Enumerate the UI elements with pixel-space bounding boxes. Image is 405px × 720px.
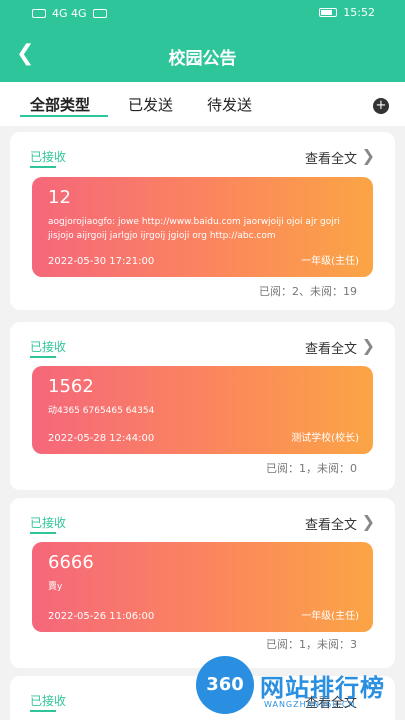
- notice-content[interactable]: 1562 动4365 6765465 64354 2022-05-28 12:4…: [32, 366, 373, 454]
- view-full-button[interactable]: 查看全文: [305, 514, 357, 533]
- status-right: 15:52: [319, 6, 375, 19]
- watermark-subtext: WANGZHAN360.CN: [264, 700, 356, 709]
- notice-date: 2022-05-28 12:44:00: [48, 433, 155, 444]
- tab-sent[interactable]: 已发送: [128, 94, 173, 115]
- notice-body: 賣y: [48, 582, 63, 592]
- notice-body: 动4365 6765465 64354: [48, 406, 155, 416]
- read-stats: 已阅：2、未阅：19: [259, 285, 357, 298]
- chevron-right-icon[interactable]: ❯: [362, 336, 375, 355]
- received-underline: [30, 710, 56, 712]
- chevron-right-icon[interactable]: ❯: [362, 512, 375, 531]
- notice-sender: 一年级(主任): [301, 256, 359, 267]
- notice-title: 12: [48, 187, 71, 208]
- tab-all-types[interactable]: 全部类型: [30, 94, 90, 115]
- wifi-icon: [92, 9, 107, 18]
- tab-active-indicator: [20, 115, 108, 117]
- notice-body: aogjorojiaogfo: jowe http://www.baidu.co…: [48, 217, 340, 241]
- add-button[interactable]: +: [373, 98, 389, 114]
- read-stats: 已阅：1，未阅：3: [266, 638, 357, 651]
- tab-pending[interactable]: 待发送: [207, 94, 252, 115]
- status-left: 4G 4G: [32, 7, 107, 20]
- network-label: 4G 4G: [52, 7, 87, 20]
- signal-icon: [32, 9, 46, 18]
- battery-icon: [319, 8, 338, 17]
- status-bar: 4G 4G 15:52: [0, 0, 405, 26]
- notice-card[interactable]: 已接收 查看全文 ❯ 12 aogjorojiaogfo: jowe http:…: [10, 132, 395, 310]
- read-stats: 已阅：1，未阅：0: [266, 462, 357, 475]
- notice-sender: 一年级(主任): [301, 611, 359, 622]
- chevron-right-icon[interactable]: ❯: [362, 146, 375, 165]
- received-label: 已接收: [30, 694, 67, 708]
- received-label: 已接收: [30, 516, 67, 530]
- page-title: 校园公告: [168, 49, 237, 69]
- watermark: 360 网站排行榜 WANGZHAN360.CN: [196, 656, 385, 714]
- notice-sender: 测试学校(校长): [291, 433, 359, 444]
- watermark-logo: 360: [196, 656, 254, 714]
- notice-title: 1562: [48, 376, 94, 397]
- notice-card[interactable]: 已接收 查看全文 ❯ 1562 动4365 6765465 64354 2022…: [10, 322, 395, 490]
- status-time: 15:52: [343, 6, 375, 19]
- tab-bar: 全部类型 已发送 待发送 +: [0, 82, 405, 126]
- notice-date: 2022-05-30 17:21:00: [48, 256, 155, 267]
- app-header: ❮ 校园公告: [0, 26, 405, 82]
- notice-card[interactable]: 已接收 查看全文 ❯ 6666 賣y 2022-05-26 11:06:00 一…: [10, 498, 395, 668]
- received-label: 已接收: [30, 340, 67, 354]
- received-underline: [30, 166, 56, 168]
- notice-content[interactable]: 12 aogjorojiaogfo: jowe http://www.baidu…: [32, 177, 373, 277]
- received-underline: [30, 532, 56, 534]
- view-full-button[interactable]: 查看全文: [305, 338, 357, 357]
- received-label: 已接收: [30, 150, 67, 164]
- notice-title: 6666: [48, 552, 94, 573]
- watermark-text: 网站排行榜: [260, 673, 385, 702]
- notice-date: 2022-05-26 11:06:00: [48, 611, 155, 622]
- notice-content[interactable]: 6666 賣y 2022-05-26 11:06:00 一年级(主任): [32, 542, 373, 632]
- received-underline: [30, 356, 56, 358]
- view-full-button[interactable]: 查看全文: [305, 148, 357, 167]
